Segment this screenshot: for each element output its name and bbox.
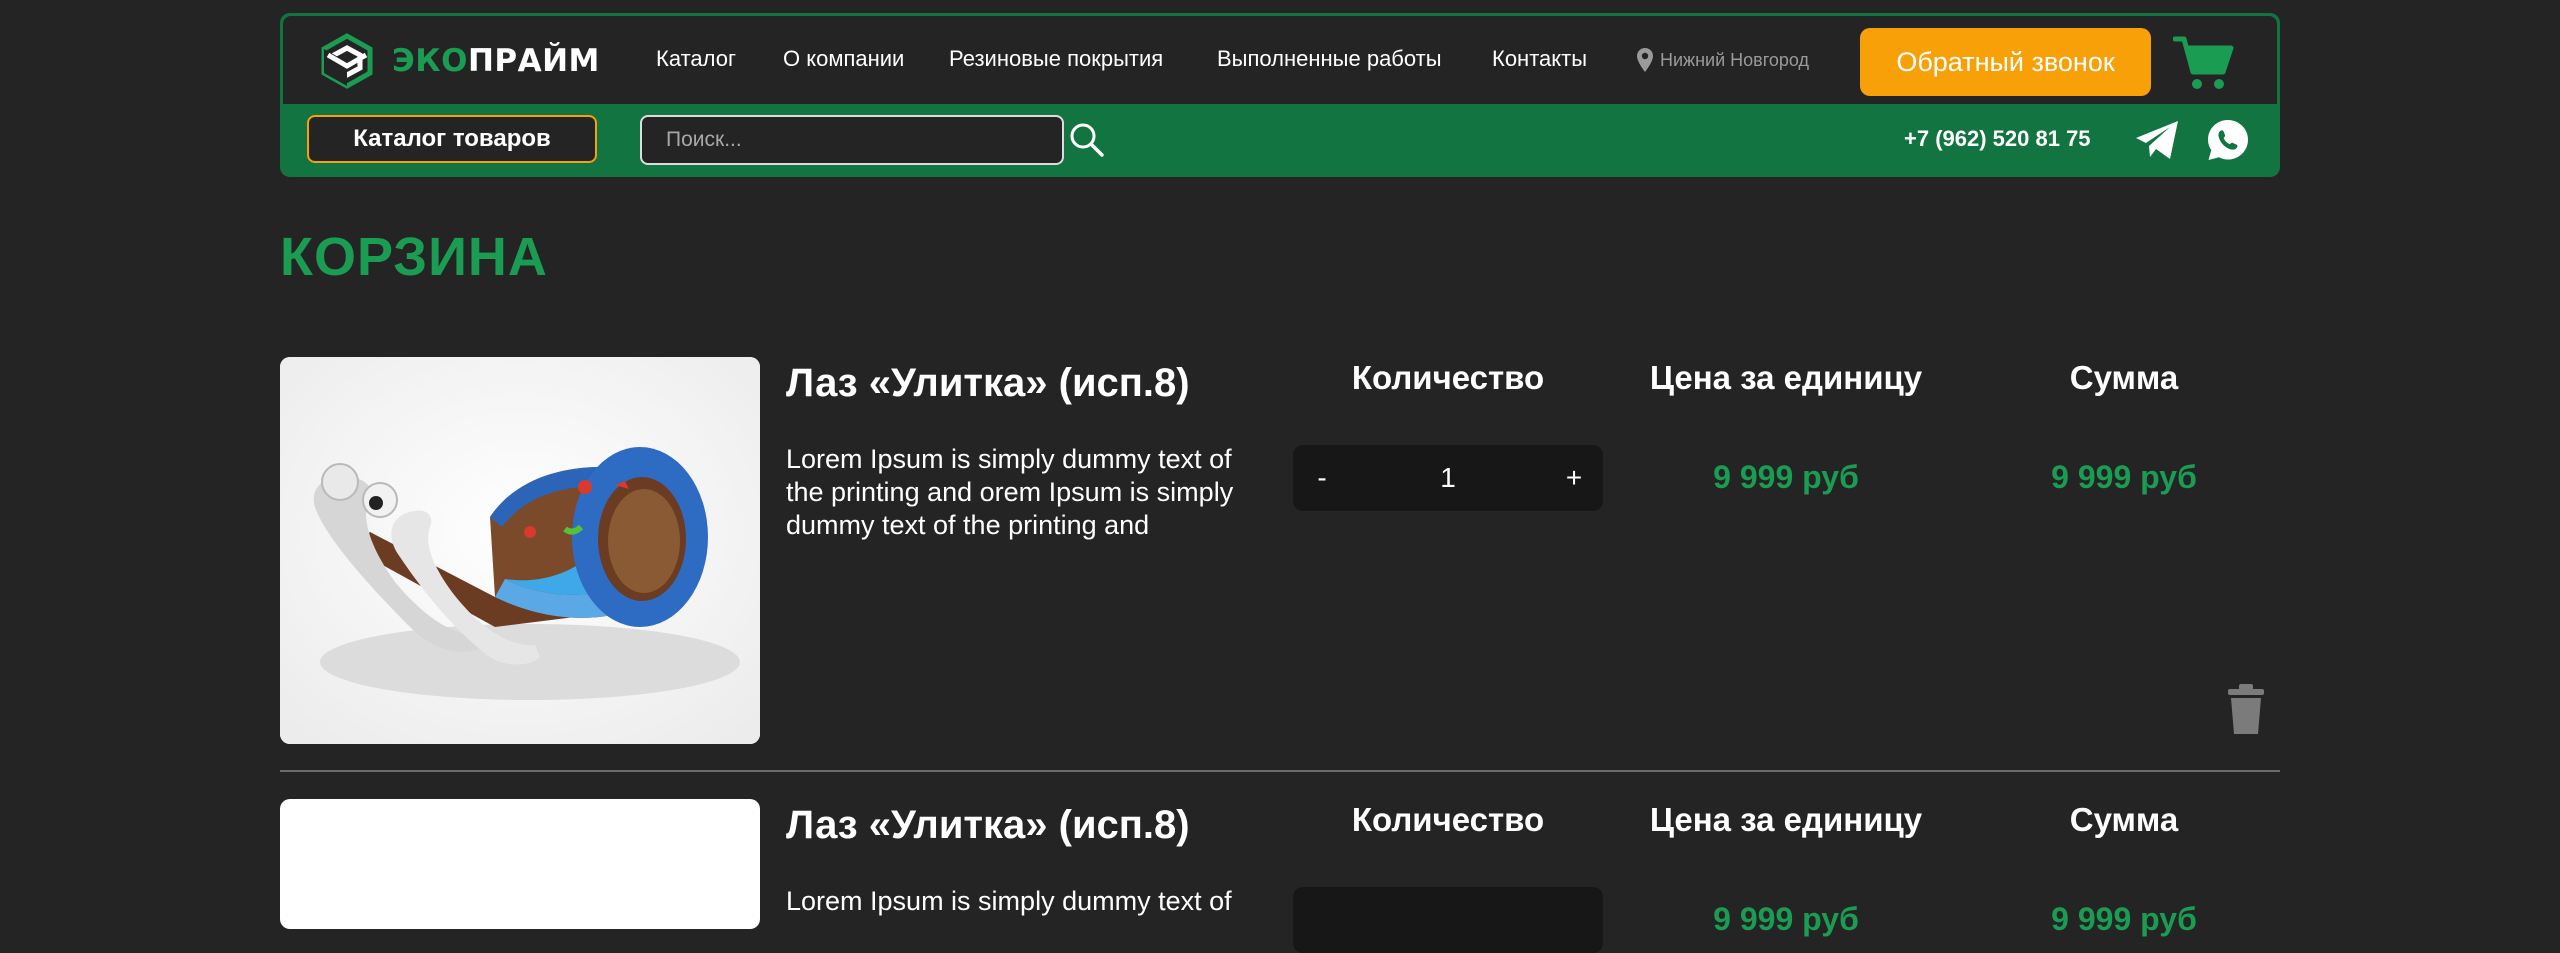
item-sum: 9 999 руб <box>2051 901 2197 937</box>
column-header-sum: Сумма <box>2069 359 2179 396</box>
unit-price: 9 999 руб <box>1713 901 1859 937</box>
product-description: Lorem Ipsum is simply dummy text of the … <box>786 444 1234 540</box>
location-pin-icon <box>1637 48 1653 72</box>
search-icon[interactable] <box>1069 122 1105 158</box>
quantity-value[interactable]: 1 <box>1440 445 1456 511</box>
item-divider <box>280 770 2280 772</box>
cart-item: Лаз «Улитка» (исп.8) Lorem Ipsum is simp… <box>280 799 2280 953</box>
product-image[interactable] <box>280 357 760 744</box>
logo[interactable]: ЭКОПРАЙМ <box>320 33 600 89</box>
logo-text-eco: ЭКО <box>392 42 468 79</box>
column-header-unit-price: Цена за единицу <box>1649 801 1923 838</box>
logo-icon <box>321 33 373 89</box>
snail-crawler-image <box>280 357 760 744</box>
trash-icon[interactable] <box>2226 683 2266 735</box>
city-selector[interactable]: Нижний Новгород <box>1636 47 1809 73</box>
nav-item-catalog[interactable]: Каталог <box>656 46 736 72</box>
quantity-stepper <box>1293 887 1603 953</box>
product-image[interactable] <box>280 799 760 929</box>
page-title: КОРЗИНА <box>280 227 548 287</box>
catalog-button[interactable]: Каталог товаров <box>307 115 597 163</box>
product-name[interactable]: Лаз «Улитка» (исп.8) <box>786 361 1190 406</box>
column-header-quantity: Количество <box>1351 359 1545 396</box>
logo-text-prime: ПРАЙМ <box>467 42 600 79</box>
cart-item: Лаз «Улитка» (исп.8) Lorem Ipsum is simp… <box>280 357 2280 747</box>
phone-number[interactable]: +7 (962) 520 81 75 <box>1904 126 2091 152</box>
nav-item-about[interactable]: О компании <box>783 46 904 72</box>
quantity-stepper: - 1 + <box>1293 445 1603 511</box>
quantity-increase-button[interactable]: + <box>1549 445 1599 511</box>
callback-button[interactable]: Обратный звонок <box>1860 28 2151 96</box>
cart-icon[interactable] <box>2173 34 2235 92</box>
telegram-icon[interactable] <box>2134 119 2180 161</box>
column-header-unit-price: Цена за единицу <box>1649 359 1923 396</box>
product-description: Lorem Ipsum is simply dummy text of <box>786 886 1232 916</box>
item-sum: 9 999 руб <box>2051 459 2197 495</box>
logo-text: ЭКОПРАЙМ <box>392 42 600 79</box>
column-header-quantity: Количество <box>1351 801 1545 838</box>
product-name[interactable]: Лаз «Улитка» (исп.8) <box>786 803 1190 848</box>
nav-item-rubber-coatings[interactable]: Резиновые покрытия <box>949 46 1163 72</box>
quantity-decrease-button[interactable]: - <box>1297 445 1347 511</box>
nav-item-contacts[interactable]: Контакты <box>1492 46 1587 72</box>
whatsapp-icon[interactable] <box>2206 118 2250 162</box>
search-input[interactable] <box>640 115 1064 165</box>
site-header: ЭКОПРАЙМ Каталог О компании Резиновые по… <box>280 13 2280 177</box>
nav-item-completed-works[interactable]: Выполненные работы <box>1217 46 1442 72</box>
search-row: Каталог товаров +7 (962) 520 81 75 <box>280 104 2280 177</box>
unit-price: 9 999 руб <box>1713 459 1859 495</box>
city-name: Нижний Новгород <box>1660 49 1810 70</box>
column-header-sum: Сумма <box>2069 801 2179 838</box>
top-bar: ЭКОПРАЙМ Каталог О компании Резиновые по… <box>283 16 2277 104</box>
